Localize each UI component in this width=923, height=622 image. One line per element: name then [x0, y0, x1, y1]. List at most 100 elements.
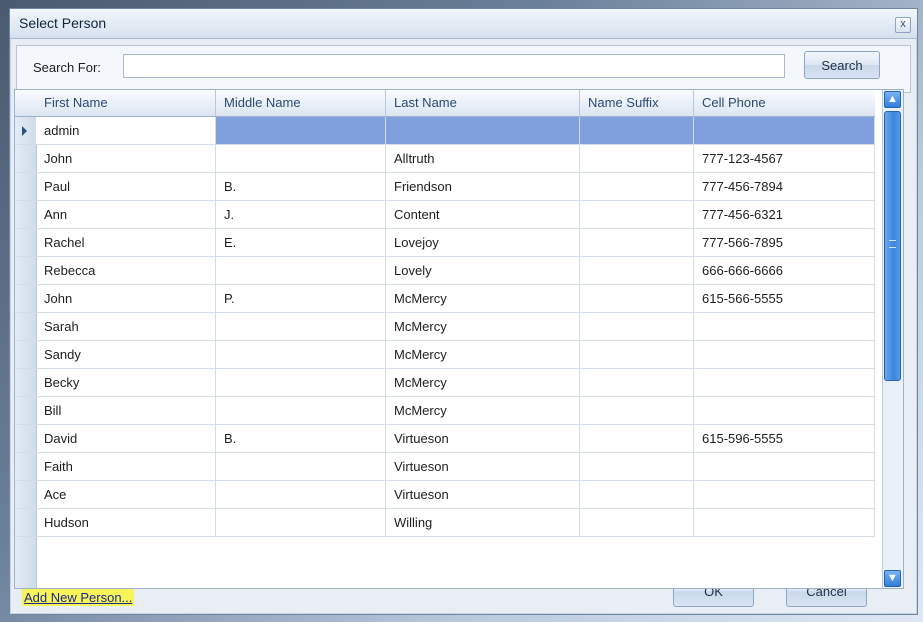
table-row[interactable]: Ann J. Content 777-456-6321 [15, 201, 875, 229]
cell-cell-phone[interactable] [694, 397, 875, 424]
cell-first-name[interactable]: admin [36, 117, 216, 144]
cell-last-name[interactable]: Virtueson [386, 425, 580, 452]
cell-name-suffix[interactable] [580, 341, 694, 368]
table-row[interactable]: Rebecca Lovely 666-666-6666 [15, 257, 875, 285]
chevron-down-icon[interactable]: ▼ [884, 570, 901, 587]
cell-middle-name[interactable] [216, 145, 386, 172]
cell-cell-phone[interactable]: 777-456-6321 [694, 201, 875, 228]
table-row[interactable]: Faith Virtueson [15, 453, 875, 481]
cell-middle-name[interactable] [216, 397, 386, 424]
cell-middle-name[interactable] [216, 313, 386, 340]
cell-name-suffix[interactable] [580, 229, 694, 256]
cell-first-name[interactable]: Rachel [36, 229, 216, 256]
cell-middle-name[interactable]: B. [216, 173, 386, 200]
table-row[interactable]: Sarah McMercy [15, 313, 875, 341]
cell-name-suffix[interactable] [580, 509, 694, 536]
cell-cell-phone[interactable] [694, 341, 875, 368]
column-header-last-name[interactable]: Last Name [386, 90, 580, 116]
cell-name-suffix[interactable] [580, 313, 694, 340]
column-header-name-suffix[interactable]: Name Suffix [580, 90, 694, 116]
cell-first-name[interactable]: John [36, 285, 216, 312]
add-new-person-link[interactable]: Add New Person... [22, 589, 135, 606]
cell-name-suffix[interactable] [580, 481, 694, 508]
cell-cell-phone[interactable]: 777-456-7894 [694, 173, 875, 200]
cell-first-name[interactable]: David [36, 425, 216, 452]
cell-cell-phone[interactable] [694, 117, 875, 144]
column-header-cell-phone[interactable]: Cell Phone [694, 90, 875, 116]
cell-middle-name[interactable] [216, 481, 386, 508]
cell-middle-name[interactable]: P. [216, 285, 386, 312]
cell-last-name[interactable]: McMercy [386, 341, 580, 368]
cell-cell-phone[interactable]: 777-123-4567 [694, 145, 875, 172]
cell-name-suffix[interactable] [580, 257, 694, 284]
cell-first-name[interactable]: Faith [36, 453, 216, 480]
cell-first-name[interactable]: Paul [36, 173, 216, 200]
cell-cell-phone[interactable] [694, 369, 875, 396]
cell-cell-phone[interactable] [694, 481, 875, 508]
cell-name-suffix[interactable] [580, 117, 694, 144]
cell-middle-name[interactable] [216, 341, 386, 368]
table-row[interactable]: admin [15, 117, 875, 145]
cell-cell-phone[interactable]: 666-666-6666 [694, 257, 875, 284]
cell-middle-name[interactable] [216, 453, 386, 480]
cell-last-name[interactable]: McMercy [386, 285, 580, 312]
cell-first-name[interactable]: Hudson [36, 509, 216, 536]
close-icon[interactable]: x [895, 17, 911, 33]
cell-last-name[interactable]: Virtueson [386, 481, 580, 508]
cell-cell-phone[interactable]: 615-566-5555 [694, 285, 875, 312]
search-input[interactable] [123, 54, 785, 78]
cell-last-name[interactable]: Alltruth [386, 145, 580, 172]
table-row[interactable]: David B. Virtueson 615-596-5555 [15, 425, 875, 453]
cell-middle-name[interactable] [216, 117, 386, 144]
cell-last-name[interactable]: McMercy [386, 369, 580, 396]
cell-last-name[interactable]: Virtueson [386, 453, 580, 480]
cell-middle-name[interactable] [216, 369, 386, 396]
table-row[interactable]: John Alltruth 777-123-4567 [15, 145, 875, 173]
table-row[interactable]: Becky McMercy [15, 369, 875, 397]
cell-first-name[interactable]: Sandy [36, 341, 216, 368]
search-button[interactable]: Search [804, 51, 880, 79]
vertical-scrollbar[interactable]: ▲ ▼ [882, 90, 903, 588]
cell-last-name[interactable] [386, 117, 580, 144]
cell-middle-name[interactable]: B. [216, 425, 386, 452]
cell-middle-name[interactable] [216, 257, 386, 284]
cell-cell-phone[interactable] [694, 509, 875, 536]
cell-name-suffix[interactable] [580, 285, 694, 312]
cell-name-suffix[interactable] [580, 201, 694, 228]
cell-last-name[interactable]: Willing [386, 509, 580, 536]
column-header-middle-name[interactable]: Middle Name [216, 90, 386, 116]
table-row[interactable]: Rachel E. Lovejoy 777-566-7895 [15, 229, 875, 257]
table-row[interactable]: Bill McMercy [15, 397, 875, 425]
table-row[interactable]: John P. McMercy 615-566-5555 [15, 285, 875, 313]
cell-name-suffix[interactable] [580, 397, 694, 424]
cell-first-name[interactable]: Becky [36, 369, 216, 396]
cell-name-suffix[interactable] [580, 453, 694, 480]
cell-first-name[interactable]: Sarah [36, 313, 216, 340]
table-row[interactable]: Paul B. Friendson 777-456-7894 [15, 173, 875, 201]
cell-first-name[interactable]: Ann [36, 201, 216, 228]
cell-last-name[interactable]: McMercy [386, 397, 580, 424]
cell-first-name[interactable]: Bill [36, 397, 216, 424]
cell-last-name[interactable]: Friendson [386, 173, 580, 200]
cell-first-name[interactable]: Rebecca [36, 257, 216, 284]
table-row[interactable]: Hudson Willing [15, 509, 875, 537]
cell-cell-phone[interactable]: 777-566-7895 [694, 229, 875, 256]
chevron-up-icon[interactable]: ▲ [884, 91, 901, 108]
cell-name-suffix[interactable] [580, 145, 694, 172]
scrollbar-thumb[interactable] [884, 111, 901, 381]
cell-first-name[interactable]: John [36, 145, 216, 172]
cell-middle-name[interactable]: E. [216, 229, 386, 256]
cell-cell-phone[interactable]: 615-596-5555 [694, 425, 875, 452]
cell-name-suffix[interactable] [580, 173, 694, 200]
cell-middle-name[interactable]: J. [216, 201, 386, 228]
cell-last-name[interactable]: Content [386, 201, 580, 228]
table-row[interactable]: Sandy McMercy [15, 341, 875, 369]
cell-cell-phone[interactable] [694, 313, 875, 340]
cell-first-name[interactable]: Ace [36, 481, 216, 508]
cell-last-name[interactable]: McMercy [386, 313, 580, 340]
cell-last-name[interactable]: Lovejoy [386, 229, 580, 256]
cell-middle-name[interactable] [216, 509, 386, 536]
table-row[interactable]: Ace Virtueson [15, 481, 875, 509]
cell-last-name[interactable]: Lovely [386, 257, 580, 284]
column-header-first-name[interactable]: First Name [36, 90, 216, 116]
